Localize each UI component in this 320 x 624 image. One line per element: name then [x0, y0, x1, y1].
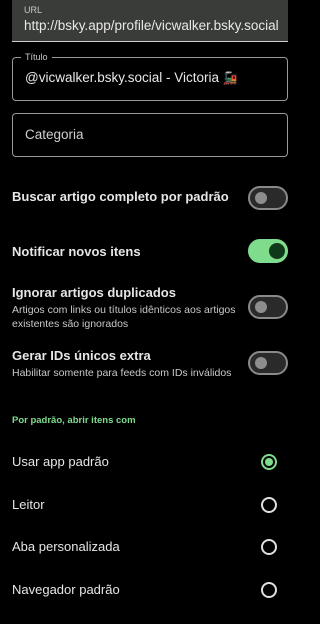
title-input[interactable]: Título @vicwalker.bsky.social - Victoria… — [12, 52, 288, 101]
radio-button-selected[interactable] — [261, 454, 277, 470]
radio-row-custom-tab[interactable]: Aba personalizada — [12, 535, 288, 559]
radio-label: Leitor — [12, 497, 45, 512]
category-input[interactable]: Categoria — [12, 113, 288, 157]
feed-settings-screen: URL http://bsky.app/profile/vicwalker.bs… — [0, 0, 300, 624]
train-emoji-icon: 🚂 — [222, 71, 238, 85]
switch-thumb — [255, 357, 267, 369]
title-text: @vicwalker.bsky.social - Victoria — [25, 70, 220, 85]
toggle-row-notify-new-items[interactable]: Notificar novos itens — [12, 239, 288, 267]
toggle-row-generate-extra-ids[interactable]: Gerar IDs únicos extra Habilitar somente… — [12, 348, 288, 382]
radio-label: Usar app padrão — [12, 454, 109, 469]
switch-thumb — [269, 243, 285, 259]
switch-thumb — [255, 192, 267, 204]
radio-button[interactable] — [261, 582, 277, 598]
radio-label: Aba personalizada — [12, 539, 120, 554]
toggle-title: Ignorar artigos duplicados — [12, 285, 176, 300]
toggle-subtitle: Habilitar somente para feeds com IDs inv… — [12, 367, 232, 379]
radio-row-reader[interactable]: Leitor — [12, 493, 288, 517]
radio-row-default-app[interactable]: Usar app padrão — [12, 450, 288, 474]
toggle-row-fetch-full-article[interactable]: Buscar artigo completo por padrão — [12, 184, 288, 212]
radio-dot — [265, 458, 273, 466]
fetch-full-article-switch[interactable] — [248, 186, 288, 210]
url-input[interactable]: URL http://bsky.app/profile/vicwalker.bs… — [12, 0, 288, 42]
category-placeholder: Categoria — [25, 127, 84, 142]
toggle-subtitle: Artigos com links ou títulos idênticos a… — [12, 304, 236, 330]
radio-button[interactable] — [261, 497, 277, 513]
generate-extra-ids-switch[interactable] — [248, 351, 288, 375]
ignore-duplicates-switch[interactable] — [248, 295, 288, 319]
open-items-section-header: Por padrão, abrir itens com — [12, 415, 136, 426]
radio-row-default-browser[interactable]: Navegador padrão — [12, 578, 288, 602]
url-label: URL — [24, 5, 43, 15]
url-value: http://bsky.app/profile/vicwalker.bsky.s… — [24, 18, 279, 33]
toggle-title: Notificar novos itens — [12, 244, 141, 259]
toggle-title: Gerar IDs únicos extra — [12, 348, 151, 363]
toggle-row-ignore-duplicates[interactable]: Ignorar artigos duplicados Artigos com l… — [12, 285, 288, 333]
toggle-title: Buscar artigo completo por padrão — [12, 189, 229, 204]
radio-button[interactable] — [261, 539, 277, 555]
title-value: @vicwalker.bsky.social - Victoria 🚂 — [25, 70, 238, 85]
radio-label: Navegador padrão — [12, 582, 120, 597]
notify-new-items-switch[interactable] — [248, 239, 288, 263]
title-label: Título — [21, 52, 52, 63]
switch-thumb — [255, 301, 267, 313]
